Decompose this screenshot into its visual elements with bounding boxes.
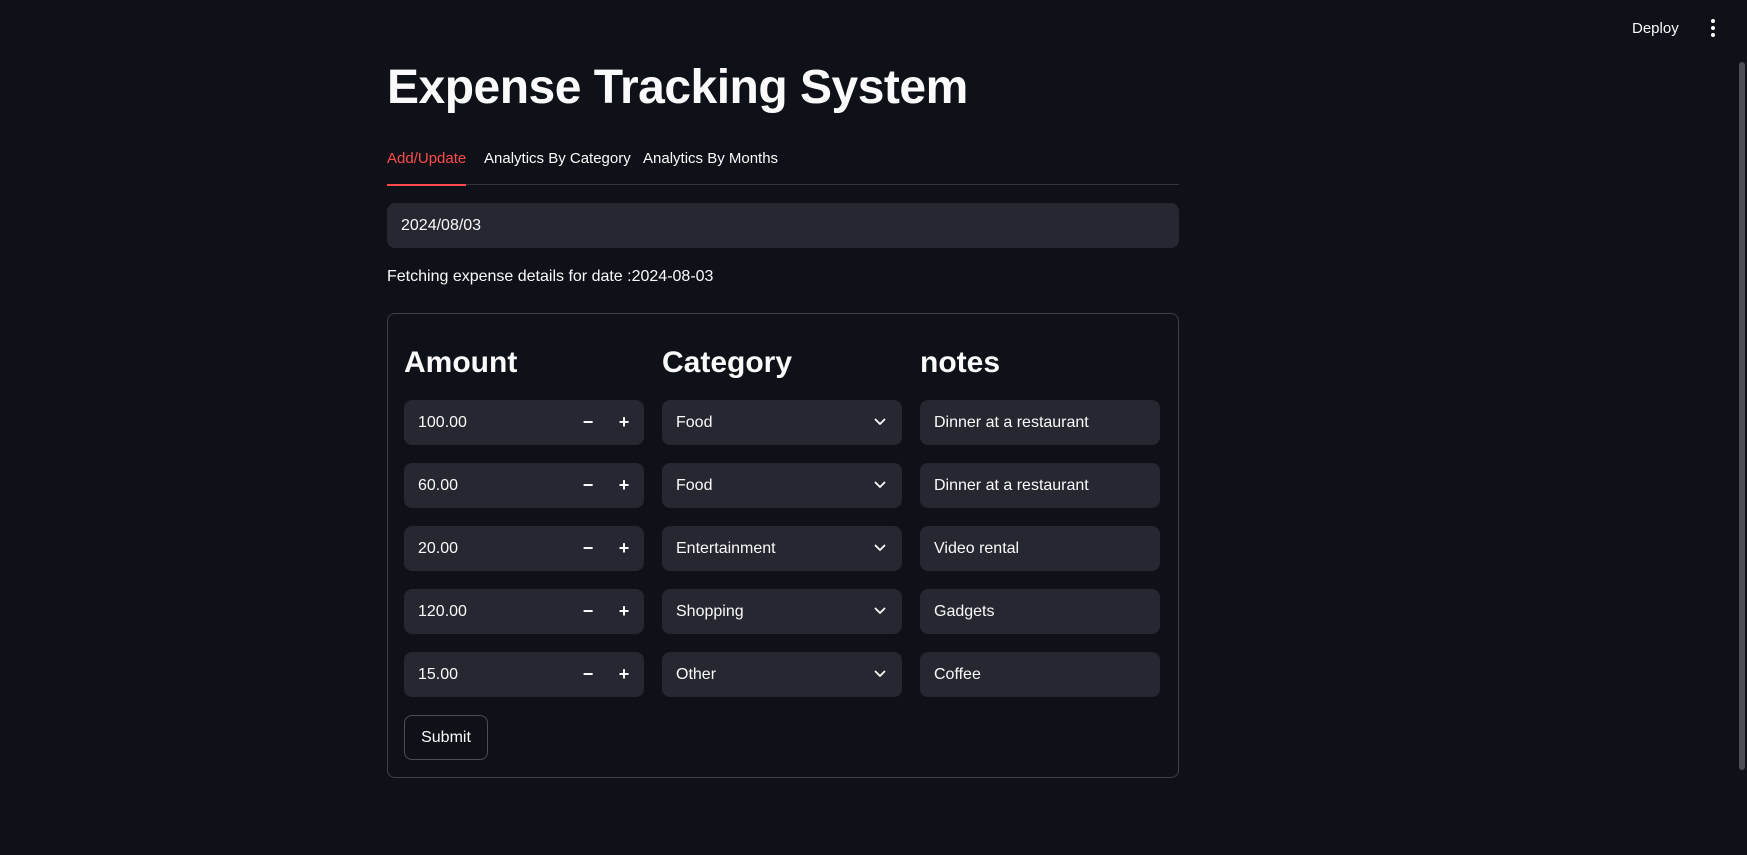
- category-value: Food: [676, 414, 713, 431]
- page-title: Expense Tracking System: [387, 61, 968, 114]
- decrement-button[interactable]: −: [570, 463, 606, 508]
- decrement-button[interactable]: −: [570, 526, 606, 571]
- fetch-message: Fetching expense details for date :2024-…: [387, 268, 714, 285]
- notes-input[interactable]: Coffee: [920, 652, 1160, 697]
- category-value: Other: [676, 666, 717, 683]
- category-value: Shopping: [676, 603, 744, 620]
- amount-header: Amount: [404, 346, 518, 379]
- deploy-button[interactable]: Deploy: [1628, 18, 1683, 39]
- scrollbar[interactable]: [1739, 62, 1745, 770]
- category-select[interactable]: Food: [662, 400, 902, 445]
- increment-button[interactable]: +: [606, 463, 642, 508]
- amount-value: 120.00: [418, 603, 467, 620]
- category-select[interactable]: Other: [662, 652, 902, 697]
- increment-button[interactable]: +: [606, 589, 642, 634]
- amount-input[interactable]: 20.00 − +: [404, 526, 644, 571]
- chevron-down-icon: [874, 670, 886, 677]
- chevron-down-icon: [874, 607, 886, 614]
- chevron-down-icon: [874, 481, 886, 488]
- amount-input[interactable]: 15.00 − +: [404, 652, 644, 697]
- increment-button[interactable]: +: [606, 400, 642, 445]
- notes-input[interactable]: Dinner at a restaurant: [920, 463, 1160, 508]
- notes-input[interactable]: Dinner at a restaurant: [920, 400, 1160, 445]
- amount-input[interactable]: 100.00 − +: [404, 400, 644, 445]
- amount-value: 15.00: [418, 666, 459, 683]
- tab-analytics-by-months[interactable]: Analytics By Months: [643, 150, 778, 185]
- category-header: Category: [662, 346, 793, 379]
- amount-value: 20.00: [418, 540, 459, 557]
- amount-input[interactable]: 120.00 − +: [404, 589, 644, 634]
- category-select[interactable]: Entertainment: [662, 526, 902, 571]
- chevron-down-icon: [874, 544, 886, 551]
- decrement-button[interactable]: −: [570, 589, 606, 634]
- increment-button[interactable]: +: [606, 652, 642, 697]
- notes-input[interactable]: Video rental: [920, 526, 1160, 571]
- tab-add-update[interactable]: Add/Update: [387, 150, 467, 186]
- category-value: Food: [676, 477, 713, 494]
- amount-value: 60.00: [418, 477, 459, 494]
- notes-input[interactable]: Gadgets: [920, 589, 1160, 634]
- tab-analytics-by-category[interactable]: Analytics By Category: [484, 150, 631, 185]
- top-bar: Deploy: [0, 0, 1747, 58]
- category-select[interactable]: Food: [662, 463, 902, 508]
- chevron-down-icon: [874, 418, 886, 425]
- notes-header: notes: [920, 346, 1001, 379]
- submit-button[interactable]: Submit: [404, 715, 488, 760]
- decrement-button[interactable]: −: [570, 652, 606, 697]
- date-input[interactable]: 2024/08/03: [387, 203, 1179, 248]
- decrement-button[interactable]: −: [570, 400, 606, 445]
- expense-form: Amount Category notes 100.00− + Food Dinner…: [387, 313, 1179, 778]
- increment-button[interactable]: +: [606, 526, 642, 571]
- amount-value: 100.00: [418, 414, 467, 431]
- amount-input[interactable]: 60.00 − +: [404, 463, 644, 508]
- category-value: Entertainment: [676, 540, 776, 557]
- tab-bar: Add/Update Analytics By Category Analyti…: [387, 150, 1179, 186]
- category-select[interactable]: Shopping: [662, 589, 902, 634]
- kebab-menu-icon[interactable]: [1704, 16, 1722, 40]
